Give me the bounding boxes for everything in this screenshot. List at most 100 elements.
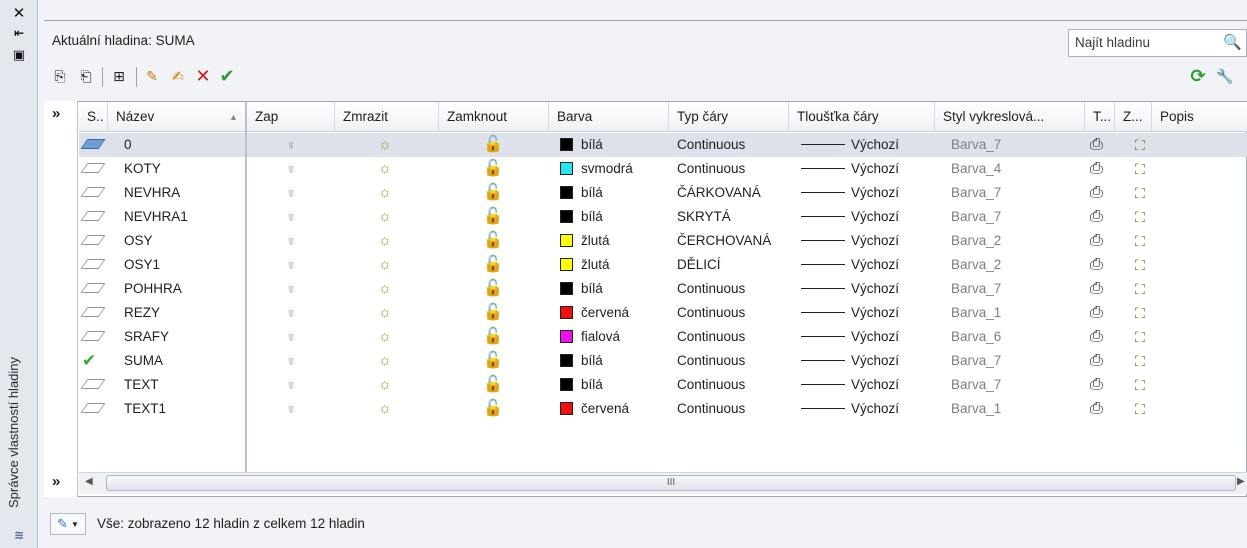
- cell-vp-freeze[interactable]: ⛶: [1135, 349, 1157, 373]
- unlock-icon[interactable]: 🔓: [483, 328, 503, 345]
- cell-on[interactable]: ♀: [286, 373, 306, 397]
- bulb-icon[interactable]: ♀: [286, 209, 297, 225]
- vp-freeze-icon[interactable]: ⛶: [1135, 329, 1145, 345]
- unlock-icon[interactable]: 🔓: [483, 184, 503, 201]
- cell-lock[interactable]: 🔓: [483, 301, 503, 325]
- cell-name[interactable]: NEVHRA: [124, 181, 244, 205]
- sun-icon[interactable]: ☼: [378, 352, 392, 369]
- vp-freeze-icon[interactable]: ⛶: [1135, 185, 1145, 201]
- sun-icon[interactable]: ☼: [378, 328, 392, 345]
- cell-linetype[interactable]: Continuous: [677, 397, 789, 421]
- table-row[interactable]: NEVHRA ♀ ☼ 🔓 bílá ČÁRKOVANÁ Výchozí Barva_7 ⎙ ⛶: [79, 181, 1247, 205]
- cell-freeze[interactable]: ☼: [378, 133, 398, 157]
- cell-linetype[interactable]: ČERCHOVANÁ: [677, 229, 789, 253]
- table-row[interactable]: POHHRA ♀ ☼ 🔓 bílá Continuous Výchozí Barva_7 ⎙ ⛶: [79, 277, 1247, 301]
- cell-linetype[interactable]: Continuous: [677, 157, 789, 181]
- cell-freeze[interactable]: ☼: [378, 397, 398, 421]
- printer-icon[interactable]: ⎙: [1090, 280, 1103, 297]
- unlock-icon[interactable]: 🔓: [483, 136, 503, 153]
- printer-icon[interactable]: ⎙: [1090, 328, 1103, 345]
- cell-on[interactable]: ♀: [286, 133, 306, 157]
- table-row[interactable]: KOTY ♀ ☼ 🔓 svmodrá Continuous Výchozí Barva_4 ⎙ ⛶: [79, 157, 1247, 181]
- scroll-right-icon[interactable]: ▶: [1237, 476, 1245, 487]
- delete-layer-icon[interactable]: ✕: [192, 65, 214, 87]
- cell-lock[interactable]: 🔓: [483, 157, 503, 181]
- set-current-icon[interactable]: ✔: [216, 65, 238, 87]
- vp-freeze-icon[interactable]: ⛶: [1135, 209, 1145, 225]
- cell-plot[interactable]: ⎙: [1090, 253, 1112, 277]
- col-color[interactable]: Barva: [549, 102, 669, 132]
- new-layer-vp-frozen-icon[interactable]: ✍: [167, 65, 189, 87]
- autohide-icon[interactable]: ⇤: [9, 24, 29, 42]
- col-description[interactable]: Popis: [1152, 102, 1247, 132]
- printer-icon[interactable]: ⎙: [1090, 304, 1103, 321]
- unlock-icon[interactable]: 🔓: [483, 208, 503, 225]
- cell-plot[interactable]: ⎙: [1090, 301, 1112, 325]
- vp-freeze-icon[interactable]: ⛶: [1135, 305, 1145, 321]
- cell-vp-freeze[interactable]: ⛶: [1135, 205, 1157, 229]
- sun-icon[interactable]: ☼: [378, 184, 392, 201]
- unlock-icon[interactable]: 🔓: [483, 352, 503, 369]
- col-on[interactable]: Zap: [247, 102, 335, 132]
- vp-freeze-icon[interactable]: ⛶: [1135, 257, 1145, 273]
- search-input[interactable]: Najít hladinu 🔍: [1068, 29, 1247, 57]
- printer-icon[interactable]: ⎙: [1090, 136, 1103, 153]
- unlock-icon[interactable]: 🔓: [483, 280, 503, 297]
- table-row[interactable]: SRAFY ♀ ☼ 🔓 fialová Continuous Výchozí Barva_6 ⎙…: [79, 325, 1247, 349]
- cell-name[interactable]: SRAFY: [124, 325, 244, 349]
- cell-color[interactable]: fialová: [560, 325, 670, 349]
- cell-lineweight[interactable]: Výchozí: [801, 205, 931, 229]
- scroll-thumb[interactable]: III: [106, 475, 1236, 491]
- cell-lock[interactable]: 🔓: [483, 253, 503, 277]
- cell-plot[interactable]: ⎙: [1090, 397, 1112, 421]
- col-vp-freeze[interactable]: Z...: [1115, 102, 1152, 132]
- cell-freeze[interactable]: ☼: [378, 157, 398, 181]
- sun-icon[interactable]: ☼: [378, 160, 392, 177]
- cell-color[interactable]: červená: [560, 301, 670, 325]
- cell-on[interactable]: ♀: [286, 325, 306, 349]
- cell-vp-freeze[interactable]: ⛶: [1135, 397, 1157, 421]
- col-name[interactable]: Název ▲: [108, 102, 246, 132]
- printer-icon[interactable]: ⎙: [1090, 376, 1103, 393]
- cell-linetype[interactable]: ČÁRKOVANÁ: [677, 181, 789, 205]
- cell-name[interactable]: 0: [124, 133, 244, 157]
- bulb-icon[interactable]: ♀: [286, 281, 297, 297]
- cell-plot[interactable]: ⎙: [1090, 133, 1112, 157]
- cell-linetype[interactable]: Continuous: [677, 277, 789, 301]
- cell-plot[interactable]: ⎙: [1090, 229, 1112, 253]
- cell-name[interactable]: POHHRA: [124, 277, 244, 301]
- cell-plot[interactable]: ⎙: [1090, 349, 1112, 373]
- cell-vp-freeze[interactable]: ⛶: [1135, 181, 1157, 205]
- cell-on[interactable]: ♀: [286, 301, 306, 325]
- cell-plot[interactable]: ⎙: [1090, 181, 1112, 205]
- sun-icon[interactable]: ☼: [378, 400, 392, 417]
- bulb-icon[interactable]: ♀: [286, 161, 297, 177]
- cell-name[interactable]: SUMA: [124, 349, 244, 373]
- cell-plot[interactable]: ⎙: [1090, 277, 1112, 301]
- cell-name[interactable]: KOTY: [124, 157, 244, 181]
- table-row[interactable]: 0 ♀ ☼ 🔓 bílá Continuous Výchozí Barva_7 ⎙ ⛶: [79, 133, 1247, 157]
- sun-icon[interactable]: ☼: [378, 136, 392, 153]
- cell-lock[interactable]: 🔓: [483, 229, 503, 253]
- cell-vp-freeze[interactable]: ⛶: [1135, 229, 1157, 253]
- bulb-icon[interactable]: ♀: [286, 257, 297, 273]
- sun-icon[interactable]: ☼: [378, 280, 392, 297]
- cell-freeze[interactable]: ☼: [378, 229, 398, 253]
- new-layer-icon[interactable]: ✎: [141, 65, 163, 87]
- new-group-filter-icon[interactable]: ⎗: [75, 65, 97, 87]
- col-lock[interactable]: Zamknout: [439, 102, 549, 132]
- cell-color[interactable]: žlutá: [560, 253, 670, 277]
- cell-plotstyle[interactable]: Barva_7: [951, 373, 1081, 397]
- close-icon[interactable]: ✕: [9, 4, 29, 22]
- cell-vp-freeze[interactable]: ⛶: [1135, 325, 1157, 349]
- col-freeze[interactable]: Zmrazit: [335, 102, 439, 132]
- vp-freeze-icon[interactable]: ⛶: [1135, 377, 1145, 393]
- printer-icon[interactable]: ⎙: [1090, 352, 1103, 369]
- vp-freeze-icon[interactable]: ⛶: [1135, 281, 1145, 297]
- cell-lineweight[interactable]: Výchozí: [801, 373, 931, 397]
- bulb-icon[interactable]: ♀: [286, 137, 297, 153]
- sun-icon[interactable]: ☼: [378, 304, 392, 321]
- bulb-icon[interactable]: ♀: [286, 377, 297, 393]
- cell-lineweight[interactable]: Výchozí: [801, 253, 931, 277]
- cell-lock[interactable]: 🔓: [483, 133, 503, 157]
